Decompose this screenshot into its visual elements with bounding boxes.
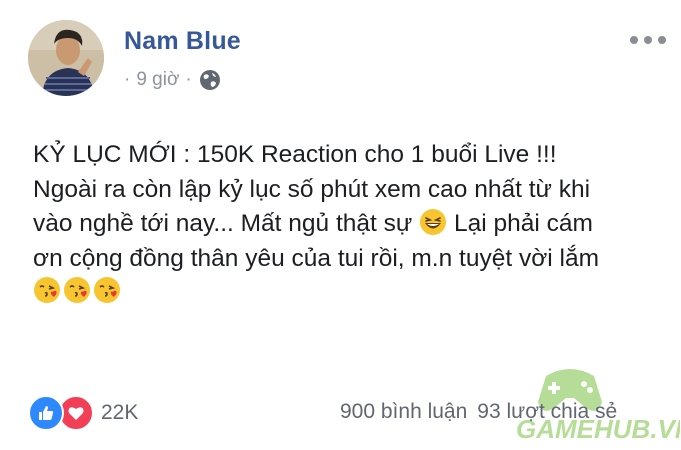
kiss-emoji-icon <box>64 277 90 303</box>
facebook-post: Nam Blue · 9 giờ · KỶ LỤC MỚI : 150K Rea… <box>0 0 681 450</box>
globe-icon[interactable] <box>199 69 221 91</box>
shares-count-link[interactable]: 93 lượt chia sẻ <box>477 400 617 423</box>
laughing-emoji-icon <box>420 209 447 235</box>
post-text: KỶ LỤC MỚI : 150K Reaction cho 1 buổi Li… <box>33 138 673 315</box>
like-icon <box>28 395 64 431</box>
comments-count-link[interactable]: 900 bình luận <box>340 400 467 423</box>
post-line-text: vào nghề tới nay... Mất ngủ thật sự <box>33 210 413 237</box>
avatar[interactable] <box>28 20 104 96</box>
post-time[interactable]: 9 giờ <box>136 69 179 91</box>
kiss-emoji-icon <box>94 277 120 303</box>
post-line: vào nghề tới nay... Mất ngủ thật sự Lại … <box>33 207 673 242</box>
dot-icon <box>658 36 666 44</box>
more-options-button[interactable] <box>630 30 666 50</box>
post-line-text: Lại phải cám <box>453 210 593 237</box>
reaction-count: 22K <box>101 401 139 424</box>
emoji-row <box>33 276 121 304</box>
dot-icon <box>644 36 652 44</box>
avatar-photo <box>28 20 104 96</box>
meta-separator: · <box>185 69 192 90</box>
post-line: Ngoài ra còn lập kỷ lục số phút xem cao … <box>33 175 591 203</box>
post-line: ơn cộng đồng thân yêu của tui rồi, m.n t… <box>33 244 599 272</box>
dot-icon <box>630 36 638 44</box>
engagement-counts: 900 bình luận 93 lượt chia sẻ <box>340 400 617 424</box>
meta-separator: · <box>124 69 131 90</box>
kiss-emoji-icon <box>34 277 60 303</box>
reactions-summary[interactable]: 22K <box>28 395 138 431</box>
post-meta: · 9 giờ · <box>124 69 221 91</box>
post-line: KỶ LỤC MỚI : 150K Reaction cho 1 buổi Li… <box>33 141 557 168</box>
author-name[interactable]: Nam Blue <box>124 27 241 56</box>
